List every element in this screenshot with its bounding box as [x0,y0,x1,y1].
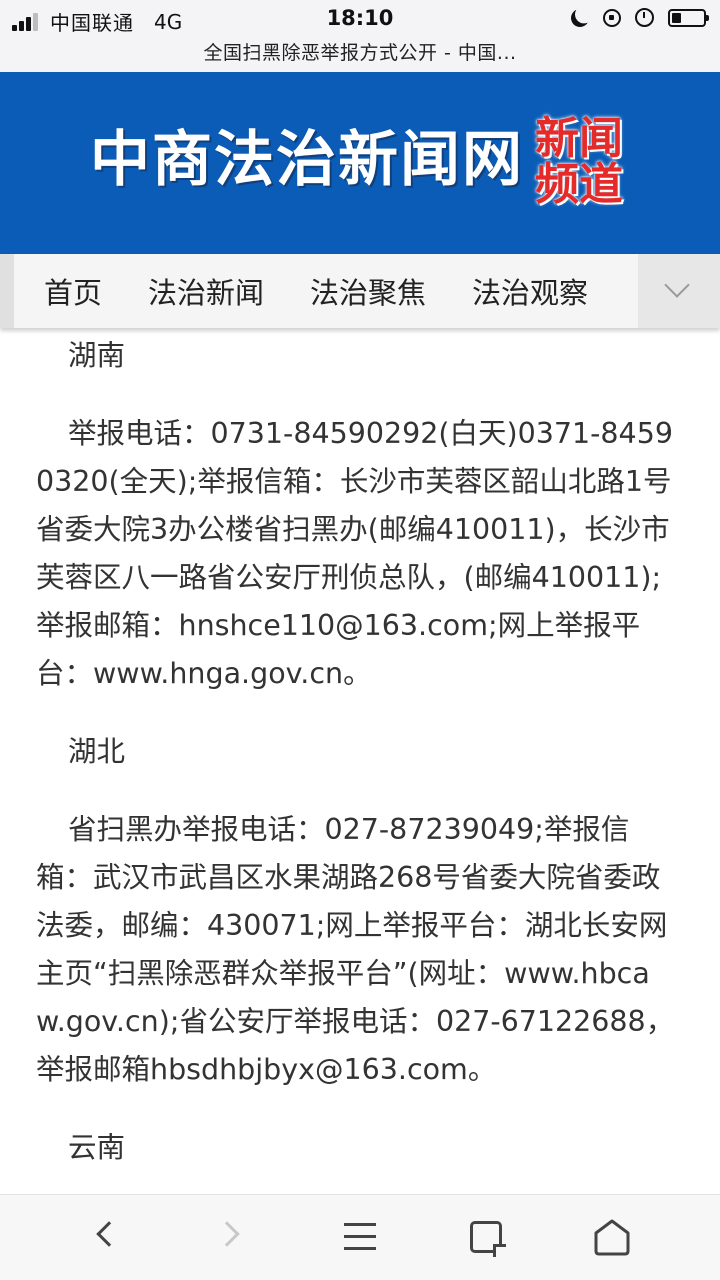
nav-item-legal-news[interactable]: 法治新闻 [148,270,264,312]
status-right [557,6,709,29]
nav-items: 首页 法治新闻 法治聚焦 法治观察 [44,254,634,328]
section-heading: 湖南 [68,339,126,372]
tabs-button[interactable] [446,1195,526,1280]
page-title: 全国扫黑除恶举报方式公开 - 中国... [203,42,517,64]
section-heading: 云南 [68,1131,126,1164]
nav-item-legal-focus[interactable]: 法治聚焦 [310,270,426,312]
article-content: 湖南 举报电话：0731-84590292(白天)0371-84590320(全… [36,328,676,1202]
channel-line-2: 频道 [535,159,623,210]
browser-page: 中国联通 4G 18:10 全国扫黑除恶举报方式公开 - 中国... 中商法治新… [0,0,720,1280]
forward-arrow-icon [214,1221,240,1247]
page-title-bar[interactable]: 全国扫黑除恶举报方式公开 - 中国... [0,38,720,72]
channel-line-1: 新闻 [535,113,623,164]
battery-icon [668,8,709,27]
home-button[interactable] [572,1195,652,1280]
menu-icon [344,1223,376,1259]
rotation-lock-icon [603,8,621,27]
back-button[interactable] [62,1195,142,1280]
nav-item-home[interactable]: 首页 [44,270,102,312]
home-icon [594,1219,630,1256]
site-banner[interactable]: 中商法治新闻网 新闻 频道 [0,72,720,254]
category-nav: 首页 法治新闻 法治聚焦 法治观察 [0,254,720,328]
nav-edge [0,254,14,328]
section-body: 省扫黑办举报电话：027-87239049;举报信箱：武汉市武昌区水果湖路268… [36,813,675,1086]
do-not-disturb-icon [568,6,591,29]
back-arrow-icon [96,1221,122,1247]
nav-expand-button[interactable] [638,254,720,328]
forward-button[interactable] [196,1195,276,1280]
tabs-icon [470,1221,506,1257]
nav-item-legal-observe[interactable]: 法治观察 [472,270,588,312]
browser-toolbar [0,1194,720,1280]
section-heading: 湖北 [68,735,126,768]
chevron-down-icon [664,272,690,298]
site-logo-text: 中商法治新闻网 [90,125,524,195]
alarm-icon [635,8,654,27]
status-bar: 中国联通 4G 18:10 [0,0,720,38]
channel-badge: 新闻 频道 [524,116,634,208]
menu-button[interactable] [320,1195,400,1280]
section-body: 举报电话：0731-84590292(白天)0371-84590320(全天);… [36,417,673,690]
